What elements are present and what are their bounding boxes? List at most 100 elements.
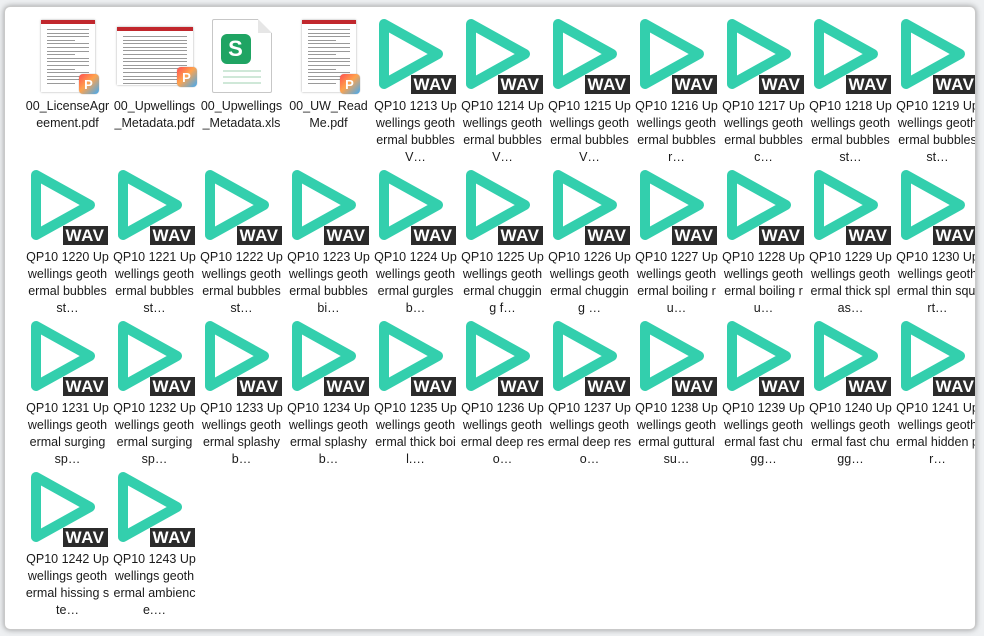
file-name-label: QP10 1237 Upwellings geothermal deep res…	[547, 401, 632, 466]
sheets-logo-icon: S	[220, 34, 251, 64]
wav-badge: WAV	[149, 377, 195, 396]
pdf-file-item[interactable]: P 00_Upwellings_Metadata.pdf	[111, 16, 198, 167]
wav-file-item[interactable]: WAV QP10 1232 Upwellings geothermal surgi…	[111, 318, 198, 469]
pdf-app-badge-icon: P	[78, 74, 99, 94]
xls-file-item[interactable]: S 00_Upwellings_Metadata.xls	[198, 16, 285, 167]
wav-badge: WAV	[497, 75, 543, 94]
wav-file-item[interactable]: WAV QP10 1233 Upwellings geothermal splas…	[198, 318, 285, 469]
pdf-file-item[interactable]: P 00_UW_ReadMe.pdf	[285, 16, 372, 167]
wav-file-item[interactable]: WAV QP10 1240 Upwellings geothermal fast …	[807, 318, 894, 469]
wav-file-item[interactable]: WAV QP10 1213 Upwellings geothermal bubbl…	[372, 16, 459, 167]
file-name-label: QP10 1234 Upwellings geothermal splashy …	[287, 401, 370, 466]
wav-file-item[interactable]: WAV QP10 1214 Upwellings geothermal bubbl…	[459, 16, 546, 167]
file-name-label: QP10 1217 Upwellings geothermal bubbles …	[722, 99, 805, 164]
wav-play-icon: WAV	[637, 167, 717, 247]
wav-badge: WAV	[584, 75, 630, 94]
file-name-label: QP10 1223 Upwellings geothermal bubbles …	[287, 250, 370, 315]
wav-file-item[interactable]: WAV QP10 1238 Upwellings geothermal guttu…	[633, 318, 720, 469]
wav-badge: WAV	[758, 226, 804, 245]
document-preview: P	[301, 20, 360, 94]
document-preview: P	[40, 20, 99, 94]
wav-file-item[interactable]: WAV QP10 1242 Upwellings geothermal hissi…	[24, 469, 111, 620]
wav-badge: WAV	[758, 75, 804, 94]
wav-badge: WAV	[932, 377, 975, 396]
wav-file-item[interactable]: WAV QP10 1231 Upwellings geothermal surgi…	[24, 318, 111, 469]
wav-play-icon: WAV	[811, 16, 891, 96]
file-name-label: 00_LicenseAgreement.pdf	[25, 99, 110, 130]
wav-file-item[interactable]: WAV QP10 1225 Upwellings geothermal chugg…	[459, 167, 546, 318]
file-explorer-window: P 00_LicenseAgreement.pdf P 00_Upwellings_M…	[4, 6, 976, 630]
spreadsheet-icon: S	[202, 16, 282, 96]
file-name-label: QP10 1218 Upwellings geothermal bubbles …	[809, 99, 892, 164]
wav-badge: WAV	[323, 226, 369, 245]
wav-file-item[interactable]: WAV QP10 1243 Upwellings geothermal ambie…	[111, 469, 198, 620]
wav-file-item[interactable]: WAV QP10 1230 Upwellings geothermal thin …	[894, 167, 975, 318]
wav-badge: WAV	[671, 377, 717, 396]
wav-file-item[interactable]: WAV QP10 1237 Upwellings geothermal deep …	[546, 318, 633, 469]
wav-badge: WAV	[62, 528, 108, 547]
wav-file-item[interactable]: WAV QP10 1217 Upwellings geothermal bubbl…	[720, 16, 807, 167]
wav-badge: WAV	[62, 377, 108, 396]
wav-file-item[interactable]: WAV QP10 1219 Upwellings geothermal bubbl…	[894, 16, 975, 167]
wav-play-icon: WAV	[202, 318, 282, 398]
wav-play-icon: WAV	[724, 16, 804, 96]
wav-badge: WAV	[62, 226, 108, 245]
wav-file-item[interactable]: WAV QP10 1228 Upwellings geothermal boili…	[720, 167, 807, 318]
file-name-label: QP10 1231 Upwellings geothermal surging …	[26, 401, 109, 466]
file-name-label: QP10 1232 Upwellings geothermal surging …	[113, 401, 196, 466]
pdf-file-item[interactable]: P 00_LicenseAgreement.pdf	[24, 16, 111, 167]
wav-badge: WAV	[149, 226, 195, 245]
wav-play-icon: WAV	[289, 318, 369, 398]
file-name-label: QP10 1226 Upwellings geothermal chugging…	[548, 250, 631, 315]
file-name-label: QP10 1222 Upwellings geothermal bubbles …	[200, 250, 283, 315]
pdf-document-icon: P	[28, 16, 108, 96]
wav-play-icon: WAV	[898, 16, 975, 96]
wav-file-item[interactable]: WAV QP10 1222 Upwellings geothermal bubbl…	[198, 167, 285, 318]
wav-badge: WAV	[497, 226, 543, 245]
wav-file-item[interactable]: WAV QP10 1220 Upwellings geothermal bubbl…	[24, 167, 111, 318]
wav-file-item[interactable]: WAV QP10 1215 Upwellings geothermal bubbl…	[546, 16, 633, 167]
wav-badge: WAV	[236, 377, 282, 396]
wav-play-icon: WAV	[463, 16, 543, 96]
wav-play-icon: WAV	[28, 469, 108, 549]
file-name-label: QP10 1233 Upwellings geothermal splashy …	[200, 401, 283, 466]
file-name-label: QP10 1240 Upwellings geothermal fast chu…	[809, 401, 892, 466]
wav-file-item[interactable]: WAV QP10 1241 Upwellings geothermal hidde…	[894, 318, 976, 469]
wav-play-icon: WAV	[115, 469, 195, 549]
file-name-label: QP10 1241 Upwellings geothermal hidden p…	[896, 401, 976, 466]
file-name-label: QP10 1239 Upwellings geothermal fast chu…	[722, 401, 805, 466]
file-name-label: QP10 1216 Upwellings geothermal bubbles …	[635, 99, 718, 164]
file-name-label: QP10 1243 Upwellings geothermal ambience…	[113, 552, 196, 617]
wav-play-icon: WAV	[724, 318, 804, 398]
file-name-label: QP10 1228 Upwellings geothermal boiling …	[722, 250, 805, 315]
wav-file-item[interactable]: WAV QP10 1236 Upwellings geothermal deep …	[459, 318, 546, 469]
wav-play-icon: WAV	[115, 318, 195, 398]
wav-badge: WAV	[410, 226, 456, 245]
file-name-label: QP10 1242 Upwellings geothermal hissing …	[25, 552, 110, 617]
file-name-label: QP10 1225 Upwellings geothermal chugging…	[461, 250, 544, 315]
wav-file-item[interactable]: WAV QP10 1223 Upwellings geothermal bubbl…	[285, 167, 372, 318]
file-name-label: QP10 1238 Upwellings geothermal guttural…	[635, 401, 718, 466]
wav-file-item[interactable]: WAV QP10 1234 Upwellings geothermal splas…	[285, 318, 372, 469]
file-name-label: QP10 1235 Upwellings geothermal thick bo…	[374, 401, 457, 466]
wav-play-icon: WAV	[289, 167, 369, 247]
wav-file-item[interactable]: WAV QP10 1226 Upwellings geothermal chugg…	[546, 167, 633, 318]
wav-file-item[interactable]: WAV QP10 1221 Upwellings geothermal bubbl…	[111, 167, 198, 318]
wav-file-item[interactable]: WAV QP10 1235 Upwellings geothermal thick…	[372, 318, 459, 469]
wav-badge: WAV	[584, 226, 630, 245]
wav-file-item[interactable]: WAV QP10 1239 Upwellings geothermal fast …	[720, 318, 807, 469]
file-name-label: QP10 1220 Upwellings geothermal bubbles …	[26, 250, 109, 315]
document-preview: P	[116, 27, 197, 87]
wav-file-item[interactable]: WAV QP10 1224 Upwellings geothermal gurgl…	[372, 167, 459, 318]
wav-play-icon: WAV	[28, 167, 108, 247]
wav-file-item[interactable]: WAV QP10 1227 Upwellings geothermal boili…	[633, 167, 720, 318]
file-name-label: QP10 1236 Upwellings geothermal deep res…	[460, 401, 545, 466]
wav-file-item[interactable]: WAV QP10 1218 Upwellings geothermal bubbl…	[807, 16, 894, 167]
wav-badge: WAV	[845, 75, 891, 94]
wav-play-icon: WAV	[811, 167, 891, 247]
wav-badge: WAV	[845, 226, 891, 245]
wav-badge: WAV	[758, 377, 804, 396]
file-name-label: QP10 1229 Upwellings geothermal thick sp…	[809, 250, 892, 315]
wav-file-item[interactable]: WAV QP10 1229 Upwellings geothermal thick…	[807, 167, 894, 318]
wav-file-item[interactable]: WAV QP10 1216 Upwellings geothermal bubbl…	[633, 16, 720, 167]
